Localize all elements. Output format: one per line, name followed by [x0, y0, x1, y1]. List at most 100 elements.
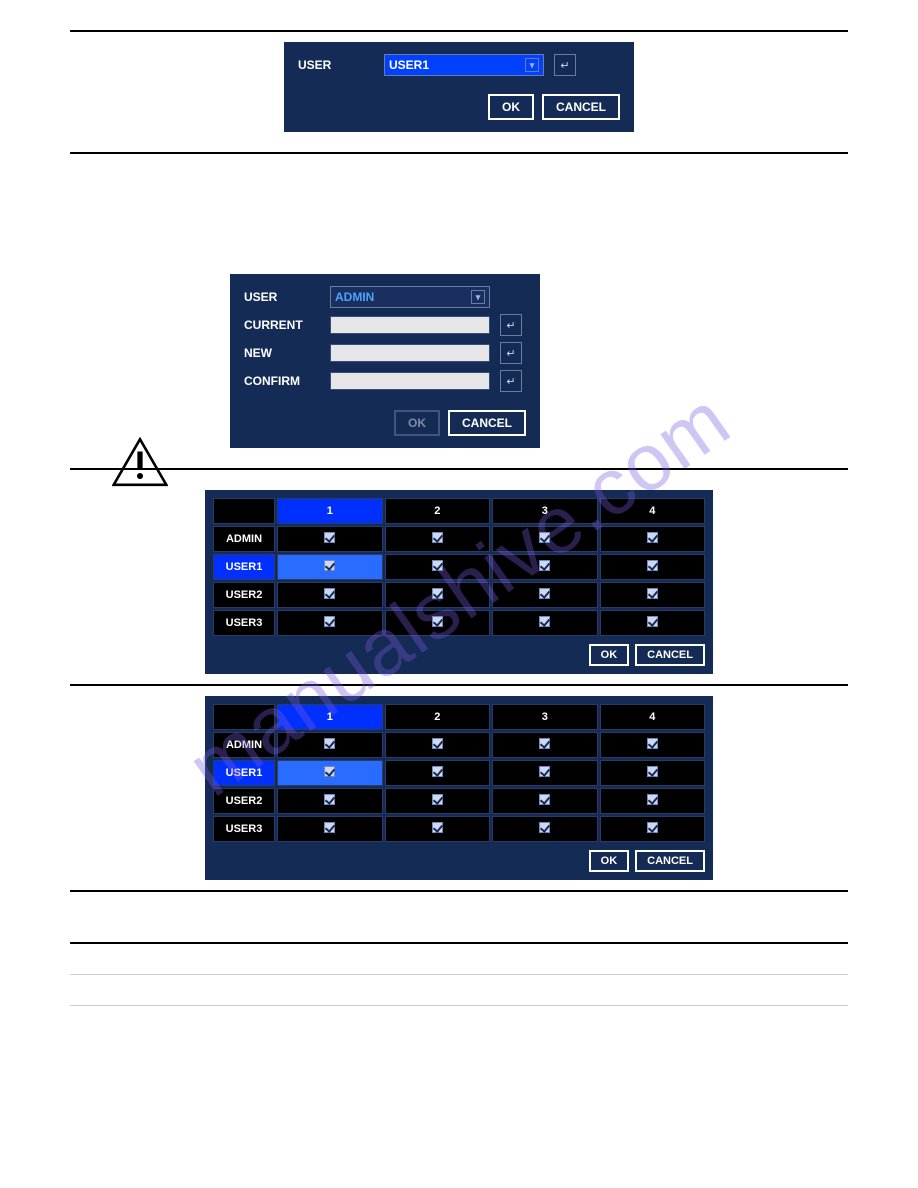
perm-cell[interactable]: [385, 816, 491, 842]
col-header[interactable]: 4: [600, 704, 706, 730]
checkbox-icon: [324, 560, 335, 571]
perm-cell[interactable]: [385, 760, 491, 786]
table-row: USER2: [213, 788, 705, 814]
perm-cell[interactable]: [600, 582, 706, 608]
table-row: USER3: [213, 610, 705, 636]
cancel-button[interactable]: CANCEL: [635, 850, 705, 872]
user-dropdown[interactable]: ADMIN ▾: [330, 286, 490, 308]
perm-cell[interactable]: [277, 582, 383, 608]
perm-cell[interactable]: [277, 526, 383, 552]
perm-cell[interactable]: [492, 732, 598, 758]
checkbox-icon: [324, 766, 335, 777]
perm-cell[interactable]: [385, 732, 491, 758]
perm-cell[interactable]: [385, 788, 491, 814]
cancel-button[interactable]: CANCEL: [635, 644, 705, 666]
current-password-label: CURRENT: [244, 318, 320, 332]
perm-cell[interactable]: [492, 760, 598, 786]
user-dropdown-value: USER1: [389, 58, 429, 72]
table-corner: [213, 498, 275, 524]
perm-cell[interactable]: [492, 816, 598, 842]
checkbox-icon: [539, 560, 550, 571]
perm-cell[interactable]: [600, 732, 706, 758]
checkbox-icon: [539, 738, 550, 749]
col-header[interactable]: 1: [277, 704, 383, 730]
perm-cell[interactable]: [492, 526, 598, 552]
row-header: ADMIN: [213, 732, 275, 758]
perm-cell[interactable]: [600, 760, 706, 786]
perm-cell[interactable]: [492, 582, 598, 608]
checkbox-icon: [539, 616, 550, 627]
checkbox-icon: [324, 794, 335, 805]
checkbox-icon: [324, 738, 335, 749]
checkbox-icon: [324, 588, 335, 599]
row-header: USER1: [213, 554, 275, 580]
ok-button[interactable]: OK: [488, 94, 534, 120]
user-dropdown-value: ADMIN: [335, 290, 374, 304]
perm-cell[interactable]: [277, 760, 383, 786]
checkbox-icon: [647, 822, 658, 833]
row-header: USER3: [213, 816, 275, 842]
row-header: ADMIN: [213, 526, 275, 552]
checkbox-icon: [432, 822, 443, 833]
checkbox-icon: [647, 560, 658, 571]
checkbox-icon: [539, 822, 550, 833]
cancel-button[interactable]: CANCEL: [542, 94, 620, 120]
permissions-table: 1 2 3 4 ADMIN USER1: [211, 496, 707, 638]
permissions-table: 1 2 3 4 ADMIN USER1: [211, 702, 707, 844]
table-row: ADMIN: [213, 732, 705, 758]
ok-button[interactable]: OK: [589, 850, 630, 872]
col-header[interactable]: 1: [277, 498, 383, 524]
table-row: ADMIN: [213, 526, 705, 552]
perm-cell[interactable]: [277, 788, 383, 814]
checkbox-icon: [647, 616, 658, 627]
perm-cell[interactable]: [385, 554, 491, 580]
perm-cell[interactable]: [492, 788, 598, 814]
col-header[interactable]: 4: [600, 498, 706, 524]
checkbox-icon: [432, 560, 443, 571]
table-row: USER2: [213, 582, 705, 608]
ok-button[interactable]: OK: [589, 644, 630, 666]
checkbox-icon: [324, 822, 335, 833]
checkbox-icon: [324, 532, 335, 543]
perm-cell[interactable]: [600, 788, 706, 814]
current-password-input[interactable]: [330, 316, 490, 334]
perm-cell[interactable]: [277, 732, 383, 758]
perm-cell[interactable]: [492, 610, 598, 636]
perm-cell[interactable]: [277, 554, 383, 580]
new-password-label: NEW: [244, 346, 320, 360]
checkbox-icon: [539, 794, 550, 805]
perm-cell[interactable]: [277, 816, 383, 842]
table-corner: [213, 704, 275, 730]
chevron-down-icon: ▾: [525, 58, 539, 72]
cancel-button[interactable]: CANCEL: [448, 410, 526, 436]
user-dropdown[interactable]: USER1 ▾: [384, 54, 544, 76]
checkbox-icon: [432, 616, 443, 627]
enter-button[interactable]: ↵: [500, 314, 522, 336]
perm-cell[interactable]: [385, 526, 491, 552]
enter-button[interactable]: ↵: [500, 342, 522, 364]
col-header[interactable]: 3: [492, 498, 598, 524]
col-header[interactable]: 3: [492, 704, 598, 730]
perm-cell[interactable]: [600, 554, 706, 580]
checkbox-icon: [647, 738, 658, 749]
enter-button[interactable]: ↵: [500, 370, 522, 392]
row-header: USER2: [213, 788, 275, 814]
enter-button[interactable]: ↵: [554, 54, 576, 76]
col-header[interactable]: 2: [385, 704, 491, 730]
checkbox-icon: [647, 794, 658, 805]
perm-cell[interactable]: [600, 610, 706, 636]
ok-button[interactable]: OK: [394, 410, 440, 436]
perm-cell[interactable]: [600, 526, 706, 552]
chevron-down-icon: ▾: [471, 290, 485, 304]
confirm-password-input[interactable]: [330, 372, 490, 390]
col-header[interactable]: 2: [385, 498, 491, 524]
perm-cell[interactable]: [385, 582, 491, 608]
perm-cell[interactable]: [277, 610, 383, 636]
checkbox-icon: [539, 532, 550, 543]
perm-cell[interactable]: [492, 554, 598, 580]
perm-cell[interactable]: [385, 610, 491, 636]
permissions-panel-2: 1 2 3 4 ADMIN USER1: [205, 696, 713, 880]
table-row: USER3: [213, 816, 705, 842]
new-password-input[interactable]: [330, 344, 490, 362]
perm-cell[interactable]: [600, 816, 706, 842]
